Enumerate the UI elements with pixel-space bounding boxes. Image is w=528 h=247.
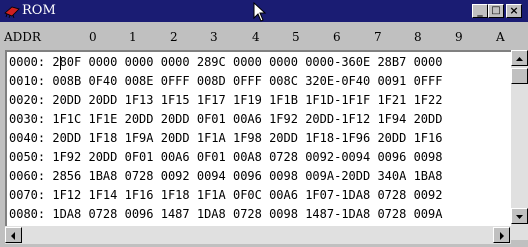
scroll-up-button[interactable] [511, 50, 528, 66]
column-header: A [496, 30, 505, 44]
memory-row[interactable]: 0040: 20DD 1F18 1F9A 20DD 1F1A 1F98 20DD… [9, 130, 442, 146]
memory-row[interactable]: 0080: 1DA8 0728 0096 1487 1DA8 0728 0098… [9, 206, 442, 222]
memory-row[interactable]: 0030: 1F1C 1F1E 20DD 20DD 0F01 00A6 1F92… [9, 111, 442, 127]
column-headers: ADDR 0 1 2 3 4 5 6 7 8 9 A [0, 30, 528, 48]
memory-row[interactable]: 0000: 280F 0000 0000 0000 289C 0000 0000… [9, 54, 442, 70]
column-header: 1 [129, 30, 137, 44]
vertical-scroll-thumb[interactable] [511, 68, 528, 84]
rom-window: ROM _ □ × ADDR 0 1 2 3 4 5 6 7 8 9 A 000… [0, 0, 528, 244]
scroll-down-button[interactable] [511, 208, 528, 224]
column-header: 7 [374, 30, 382, 44]
column-header: ADDR [4, 30, 41, 44]
scroll-right-button[interactable] [493, 227, 510, 243]
close-button[interactable]: × [506, 4, 522, 18]
maximize-button[interactable]: □ [488, 4, 504, 18]
column-header: 2 [170, 30, 178, 44]
column-header: 5 [292, 30, 300, 44]
rom-chip-icon [4, 6, 20, 18]
horizontal-scrollbar[interactable] [5, 226, 511, 244]
arrow-left-icon [11, 232, 15, 240]
vertical-scrollbar[interactable] [511, 50, 528, 240]
memory-row[interactable]: 0060: 2856 1BA8 0728 0092 0094 0096 0098… [9, 168, 442, 184]
arrow-right-icon [500, 232, 504, 240]
memory-row[interactable]: 0020: 20DD 20DD 1F13 1F15 1F17 1F19 1F1B… [9, 92, 442, 108]
minimize-button[interactable]: _ [472, 4, 488, 18]
memory-row[interactable]: 0070: 1F12 1F14 1F16 1F18 1F1A 0F0C 00A6… [9, 187, 442, 203]
scroll-left-button[interactable] [5, 227, 22, 243]
column-header: 6 [333, 30, 341, 44]
memory-row[interactable]: 0010: 008B 0F40 008E 0FFF 008D 0FFF 008C… [9, 73, 442, 89]
column-header: 0 [89, 30, 97, 44]
column-header: 4 [252, 30, 260, 44]
arrow-up-icon [516, 57, 523, 61]
memory-row[interactable]: 0050: 1F92 20DD 0F01 00A6 0F01 00A8 0728… [9, 149, 442, 165]
mouse-pointer-icon [253, 2, 267, 22]
arrow-down-icon [516, 215, 523, 219]
column-header: 9 [455, 30, 463, 44]
memory-dump-view[interactable]: 0000: 280F 0000 0000 0000 289C 0000 0000… [5, 50, 511, 226]
column-header: 3 [210, 30, 218, 44]
window-title: ROM [22, 3, 56, 18]
column-header: 8 [414, 30, 422, 44]
